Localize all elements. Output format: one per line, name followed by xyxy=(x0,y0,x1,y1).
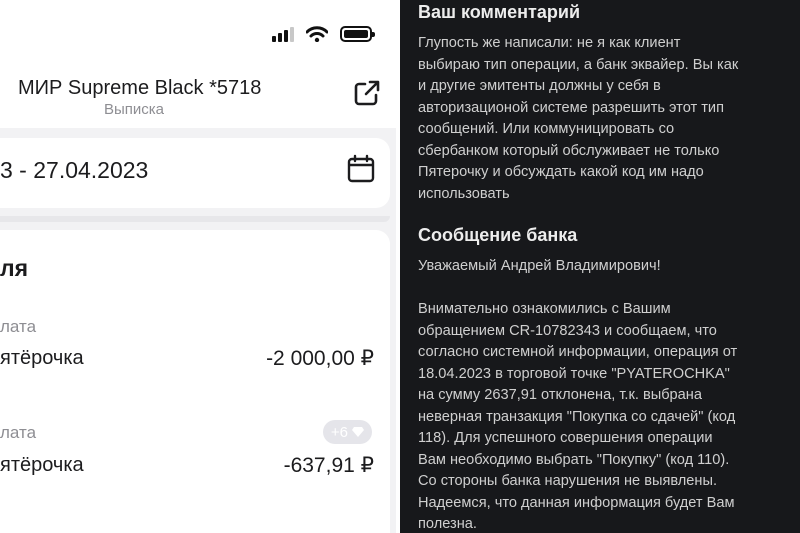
transaction-amount: -2 000,00 ₽ xyxy=(266,347,374,370)
bank-body: Внимательно ознакомились с Вашим обращен… xyxy=(418,299,796,533)
status-icons xyxy=(272,26,375,42)
transaction-merchant: ятёрочка xyxy=(0,454,84,476)
transactions-card: ля лата ятёрочка -2 000,00 ₽ лата +6 ятё… xyxy=(0,230,390,533)
cashback-badge: +6 xyxy=(322,420,372,444)
bank-line: Надеемся, что данная информация будет Ва… xyxy=(418,494,735,511)
comment-heading: Ваш комментарий xyxy=(418,2,581,22)
comment-line: выбираю тип операции, а банк эквайер. Вы… xyxy=(418,56,739,73)
bank-line: 18.04.2023 в торговой точке "PYATEROCHKA… xyxy=(418,365,730,382)
comment-line: и другие эмитенты должны у себя в xyxy=(418,78,661,94)
comment-line: авторизационой системе разрешить этот ти… xyxy=(418,99,724,116)
bank-heading: Сообщение банка xyxy=(418,225,578,245)
battery-icon xyxy=(340,26,375,42)
divider-strip xyxy=(0,216,390,222)
comment-line: сбербанком который обслуживает не только xyxy=(418,142,720,159)
status-bar xyxy=(0,0,396,62)
bank-line: Со стороны банка нарушения не выявлены. xyxy=(418,473,718,489)
transaction-type: лата xyxy=(0,423,37,442)
comment-body: Глупость же написали: не я как клиент вы… xyxy=(418,33,796,205)
bank-greeting: Уважаемый Андрей Владимирович! xyxy=(418,258,661,274)
day-label: ля xyxy=(0,255,29,281)
card-title: МИР Supreme Black *5718 xyxy=(18,77,262,99)
transaction-amount: -637,91 ₽ xyxy=(283,454,374,477)
gem-icon xyxy=(352,427,364,437)
badge-value: +6 xyxy=(330,423,348,441)
bank-line: обращением CR-10782343 и сообщаем, что xyxy=(418,322,717,339)
signal-icon xyxy=(272,26,294,42)
bank-line: Внимательно ознакомились с Вашим xyxy=(418,301,671,317)
date-range-selector[interactable]: 3 - 27.04.2023 xyxy=(0,138,390,208)
comment-line: сообщений. Или коммуницировать со xyxy=(418,121,675,137)
bank-line: неверная транзакция "Покупка со сдачей" … xyxy=(418,408,736,425)
comment-line: Глупость же написали: не я как клиент xyxy=(418,35,681,51)
bank-line: на сумму 2637,91 отклонена, т.к. выбрана xyxy=(418,387,702,403)
share-icon[interactable] xyxy=(352,78,382,108)
card-subtitle: Выписка xyxy=(104,101,165,118)
transaction-type: лата xyxy=(0,317,37,336)
transaction-merchant: ятёрочка xyxy=(0,347,84,369)
support-thread: Ваш комментарий Глупость же написали: не… xyxy=(400,0,800,533)
bank-line: 118). Для успешного совершения операции xyxy=(418,430,713,446)
comment-line: использовать xyxy=(418,185,510,202)
phone-screenshot: МИР Supreme Black *5718 Выписка 3 - 27.0… xyxy=(0,0,396,533)
date-range: 3 - 27.04.2023 xyxy=(0,157,149,183)
bank-line: полезна. xyxy=(418,516,477,532)
wifi-icon xyxy=(306,26,328,42)
bank-line: согласно системной информации, операция … xyxy=(418,344,738,360)
comment-line: Пятерочку и обсуждать какой код им надо xyxy=(418,164,704,180)
calendar-icon[interactable] xyxy=(346,154,376,184)
card-header: МИР Supreme Black *5718 Выписка xyxy=(0,62,396,128)
bank-line: Вам необходимо выбрать "Покупку" (код 11… xyxy=(418,451,730,468)
